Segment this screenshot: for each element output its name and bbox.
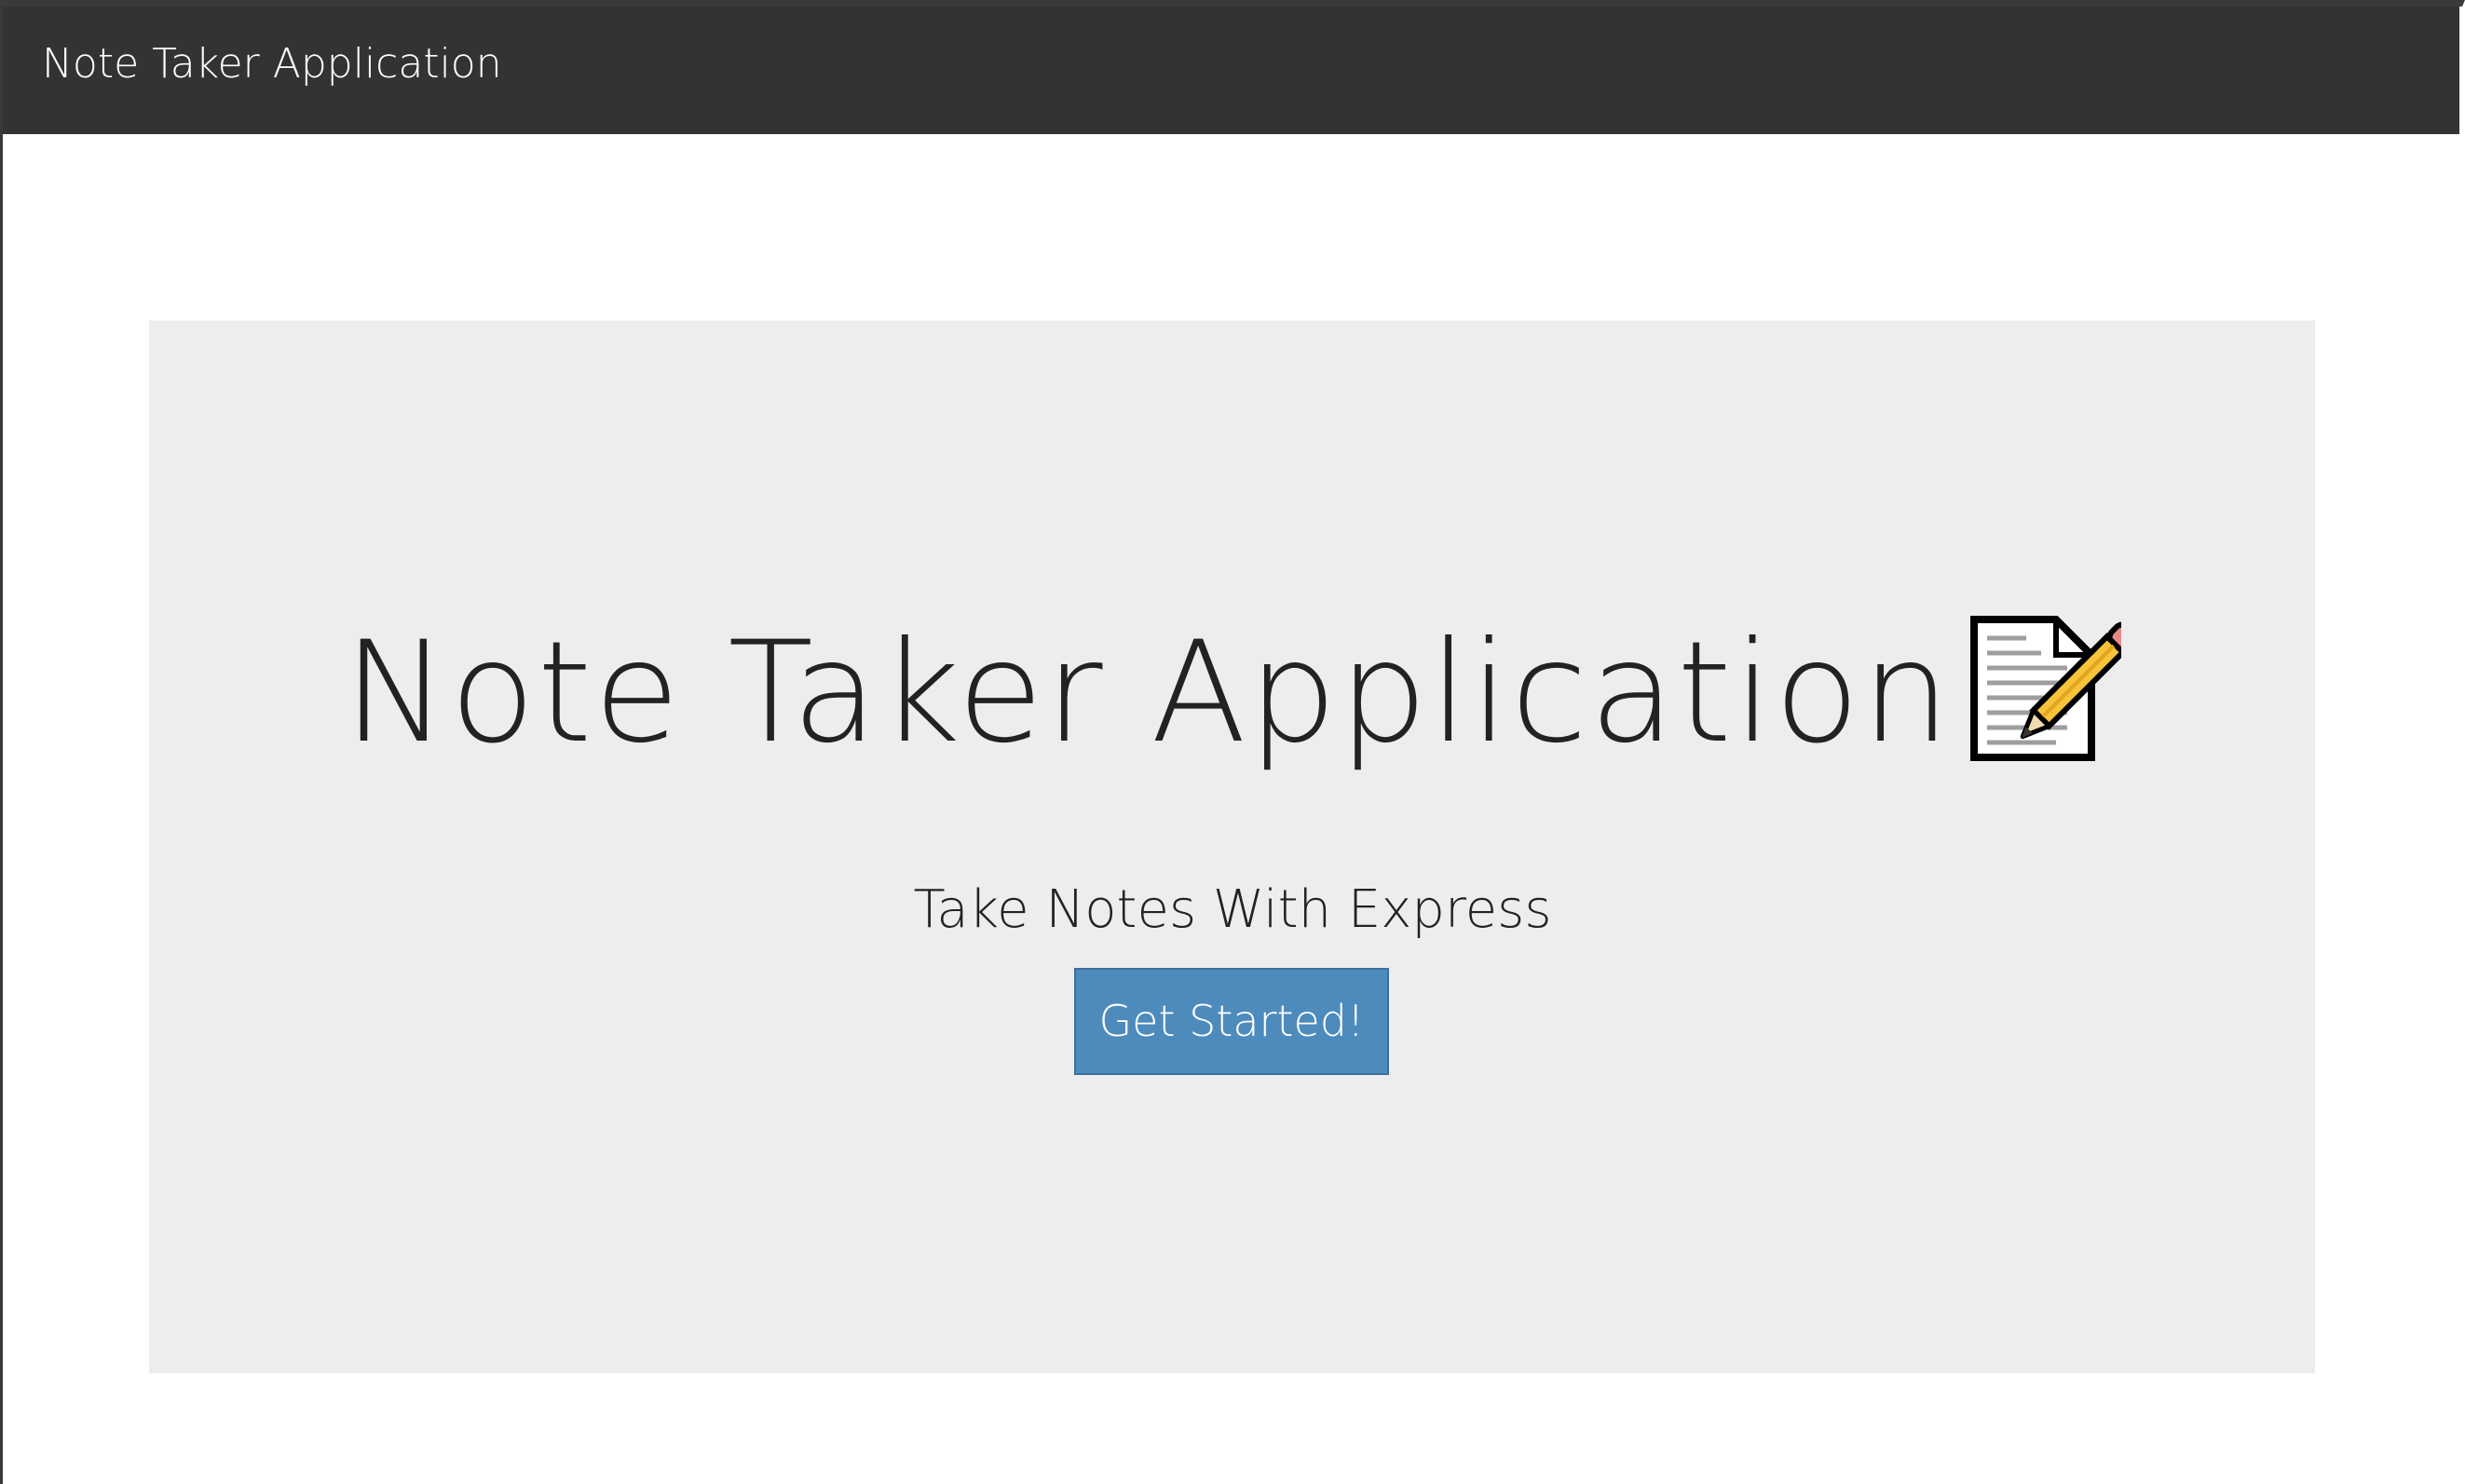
navbar-brand-link[interactable]: Note Taker Application [42, 41, 502, 87]
page-title: Note Taker Application [343, 612, 1953, 774]
page-subtitle: Take Notes With Express [913, 879, 1552, 940]
get-started-button[interactable]: Get Started! [1074, 968, 1389, 1075]
hero-heading: Note Taker Application [0, 612, 2465, 774]
memo-icon [1963, 610, 2138, 769]
hero-jumbotron [149, 320, 2315, 1373]
top-navbar: Note Taker Application [3, 7, 2459, 134]
